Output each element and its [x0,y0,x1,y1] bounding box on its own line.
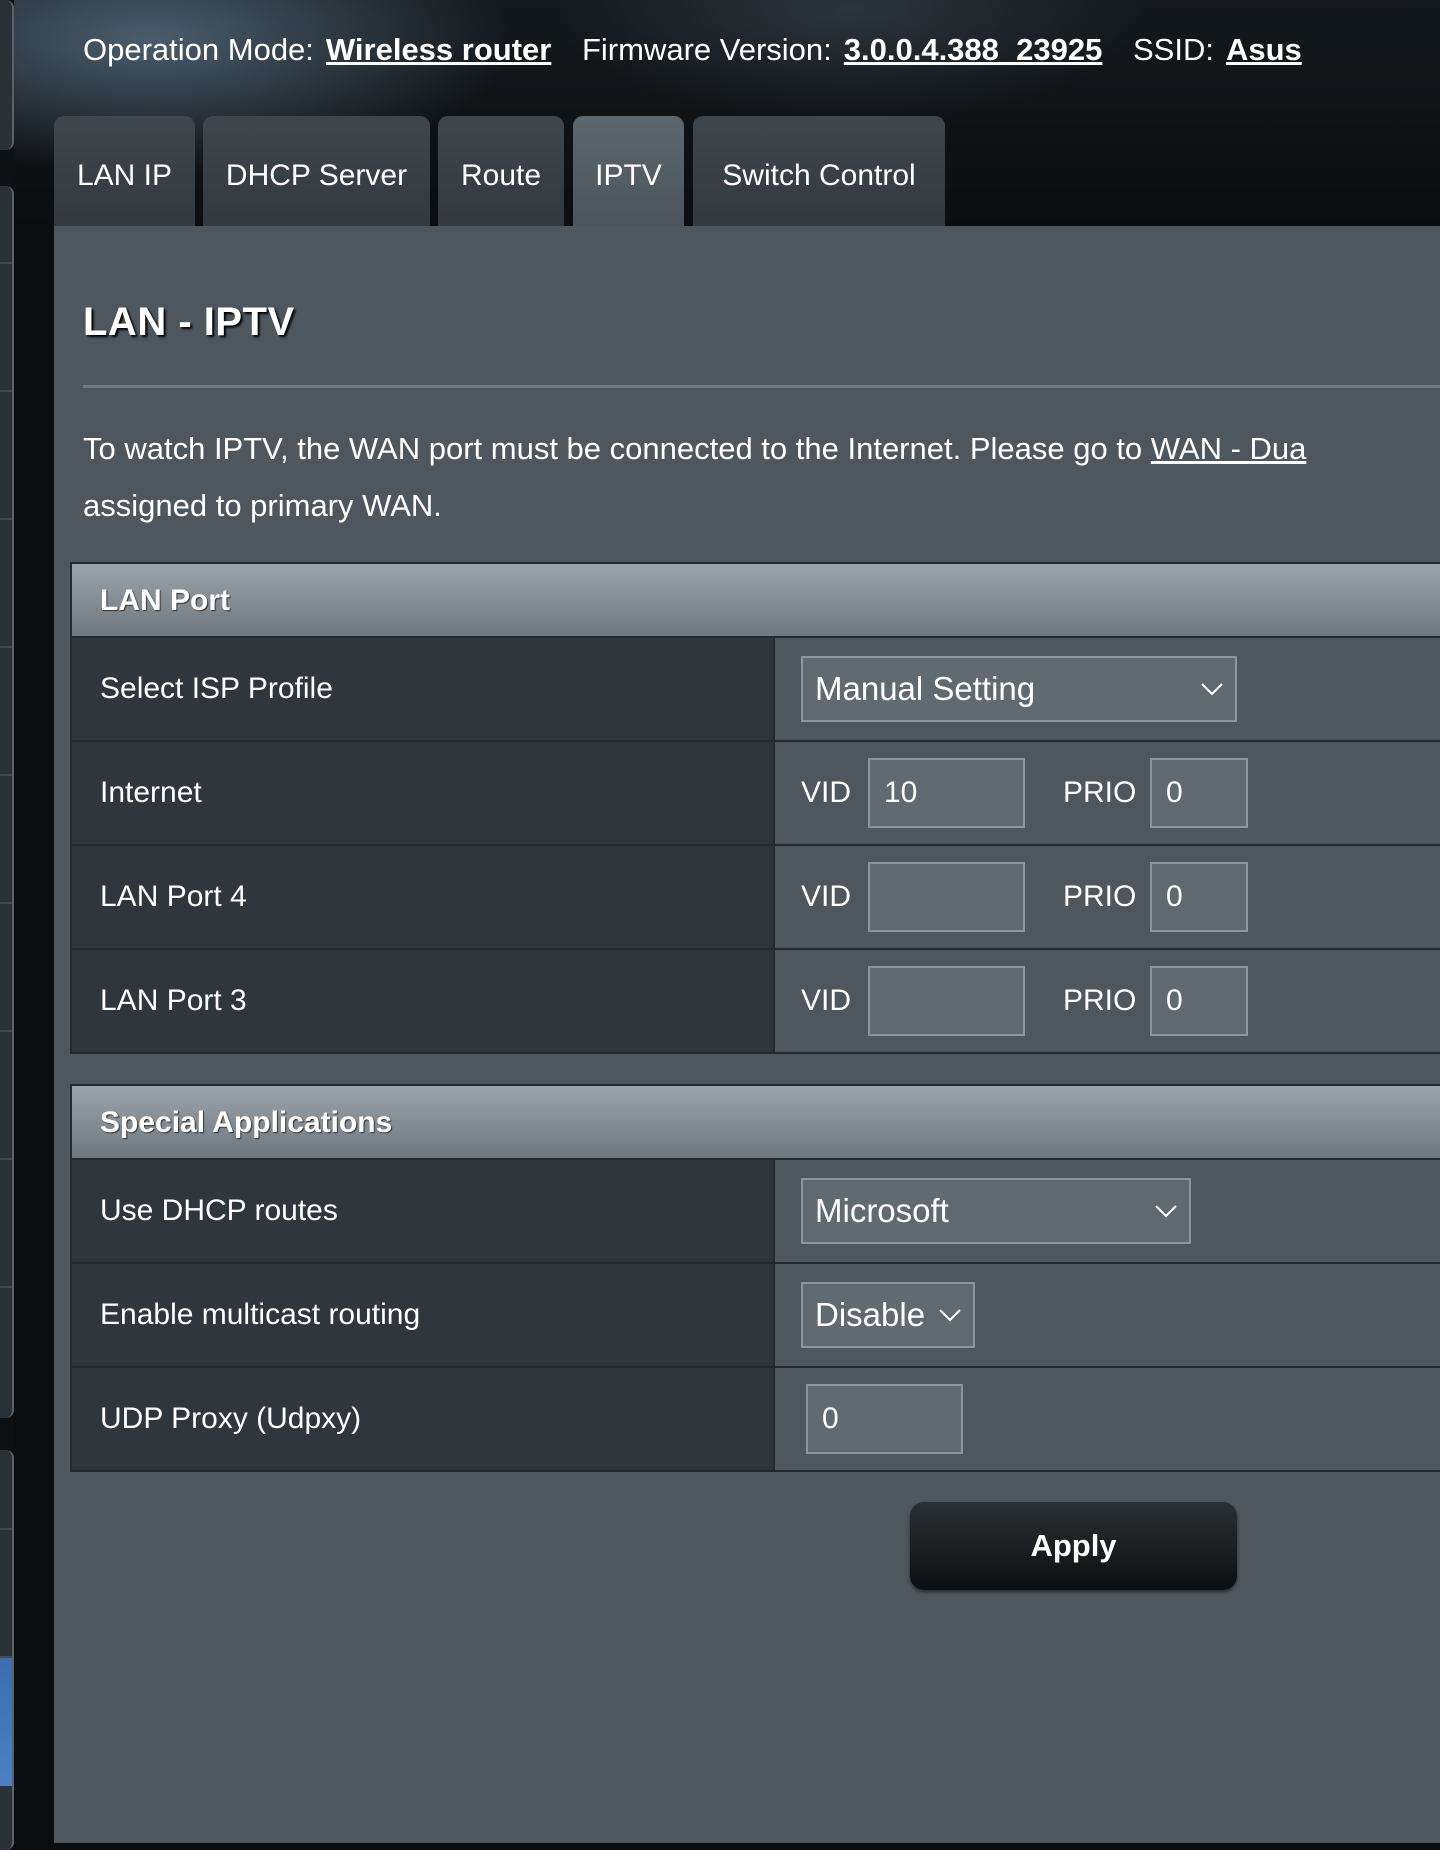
sidebar-divider [0,902,12,904]
tab-lan-ip[interactable]: LAN IP [54,116,195,226]
vid-label: VID [801,984,852,1017]
dhcp-routes-cell: Microsoft [775,1160,1440,1262]
dhcp-routes-select[interactable]: Microsoft [801,1178,1191,1244]
udpxy-port-input[interactable]: 0 [806,1384,963,1454]
sidebar-divider [0,1030,12,1032]
vlan-row-lan3: LAN Port 3 VID PRIO 0 [72,948,1440,1052]
row-label: LAN Port 3 [72,950,775,1052]
tab-iptv[interactable]: IPTV [573,116,684,226]
description-text-line2: assigned to primary WAN. [83,488,442,523]
sidebar-divider [0,390,12,392]
sidebar-divider [0,646,12,648]
lan3-vid-input[interactable] [868,966,1025,1036]
row-label: Internet [72,742,775,844]
udpxy-label: UDP Proxy (Udpxy) [72,1368,775,1470]
isp-profile-select[interactable]: Manual Setting [801,656,1237,722]
udpxy-row: UDP Proxy (Udpxy) 0 [72,1366,1440,1470]
wan-dual-wan-link[interactable]: WAN - Dua [1151,431,1307,466]
vlan-cell: VID 10 PRIO 0 [775,742,1440,844]
sidebar-divider [0,1528,12,1530]
prio-label: PRIO [1063,984,1137,1017]
apply-button[interactable]: Apply [910,1502,1237,1590]
multicast-cell: Disable [775,1264,1440,1366]
operation-mode-link[interactable]: Wireless router [326,32,551,67]
tab-dhcp-server[interactable]: DHCP Server [203,116,430,226]
description-text: To watch IPTV, the WAN port must be conn… [83,431,1151,466]
ssid-link[interactable]: Asus [1226,32,1302,67]
isp-profile-cell: Manual Setting [775,638,1440,740]
isp-profile-label: Select ISP Profile [72,638,775,740]
page-description: To watch IPTV, the WAN port must be conn… [83,420,1306,534]
sidebar-edge [0,0,14,1850]
internet-vid-input[interactable]: 10 [868,758,1025,828]
chevron-down-icon [1201,683,1223,696]
isp-profile-row: Select ISP Profile Manual Setting [72,638,1440,740]
special-applications-table: Special Applications Use DHCP routes Mic… [70,1084,1440,1472]
chevron-down-icon [1155,1205,1177,1218]
prio-label: PRIO [1063,776,1137,809]
lan-port-table: LAN Port Select ISP Profile Manual Setti… [70,562,1440,1054]
lan4-prio-input[interactable]: 0 [1150,862,1248,932]
chevron-down-icon [939,1309,961,1322]
sidebar-menu-stub[interactable] [0,1450,14,1850]
lan4-vid-input[interactable] [868,862,1025,932]
multicast-select[interactable]: Disable [801,1282,975,1348]
vlan-cell: VID PRIO 0 [775,950,1440,1052]
isp-profile-value: Manual Setting [815,670,1036,707]
multicast-label: Enable multicast routing [72,1264,775,1366]
multicast-value: Disable [815,1296,926,1333]
row-label: LAN Port 4 [72,846,775,948]
vlan-cell: VID PRIO 0 [775,846,1440,948]
lan3-prio-input[interactable]: 0 [1150,966,1248,1036]
dhcp-routes-label: Use DHCP routes [72,1160,775,1262]
multicast-row: Enable multicast routing Disable [72,1262,1440,1366]
internet-prio-input[interactable]: 0 [1150,758,1248,828]
vlan-row-lan4: LAN Port 4 VID PRIO 0 [72,844,1440,948]
tab-route[interactable]: Route [438,116,564,226]
sidebar-divider [0,1158,12,1160]
sidebar-item-stub[interactable] [0,0,14,150]
sidebar-item-active[interactable] [0,1658,12,1786]
sidebar-divider [0,774,12,776]
firmware-label: Firmware Version: [581,32,832,67]
title-divider [83,385,1440,388]
udpxy-cell: 0 [775,1368,1440,1470]
vid-label: VID [801,880,852,913]
prio-label: PRIO [1063,880,1137,913]
dhcp-routes-value: Microsoft [815,1192,949,1229]
vid-label: VID [801,776,852,809]
vlan-row-internet: Internet VID 10 PRIO 0 [72,740,1440,844]
tab-switch-control[interactable]: Switch Control [693,116,945,226]
special-applications-header: Special Applications [72,1086,1440,1160]
dhcp-routes-row: Use DHCP routes Microsoft [72,1160,1440,1262]
operation-mode-label: Operation Mode: [83,32,314,67]
sidebar-menu-stub[interactable] [0,186,14,1418]
page-title: LAN - IPTV [83,300,295,344]
sidebar-divider [0,262,12,264]
lan-port-header: LAN Port [72,564,1440,638]
sidebar-divider [0,518,12,520]
sidebar-divider [0,1286,12,1288]
firmware-link[interactable]: 3.0.0.4.388_23925 [844,32,1103,67]
status-bar: Operation Mode: Wireless router Firmware … [83,30,1324,70]
ssid-label: SSID: [1132,32,1214,67]
